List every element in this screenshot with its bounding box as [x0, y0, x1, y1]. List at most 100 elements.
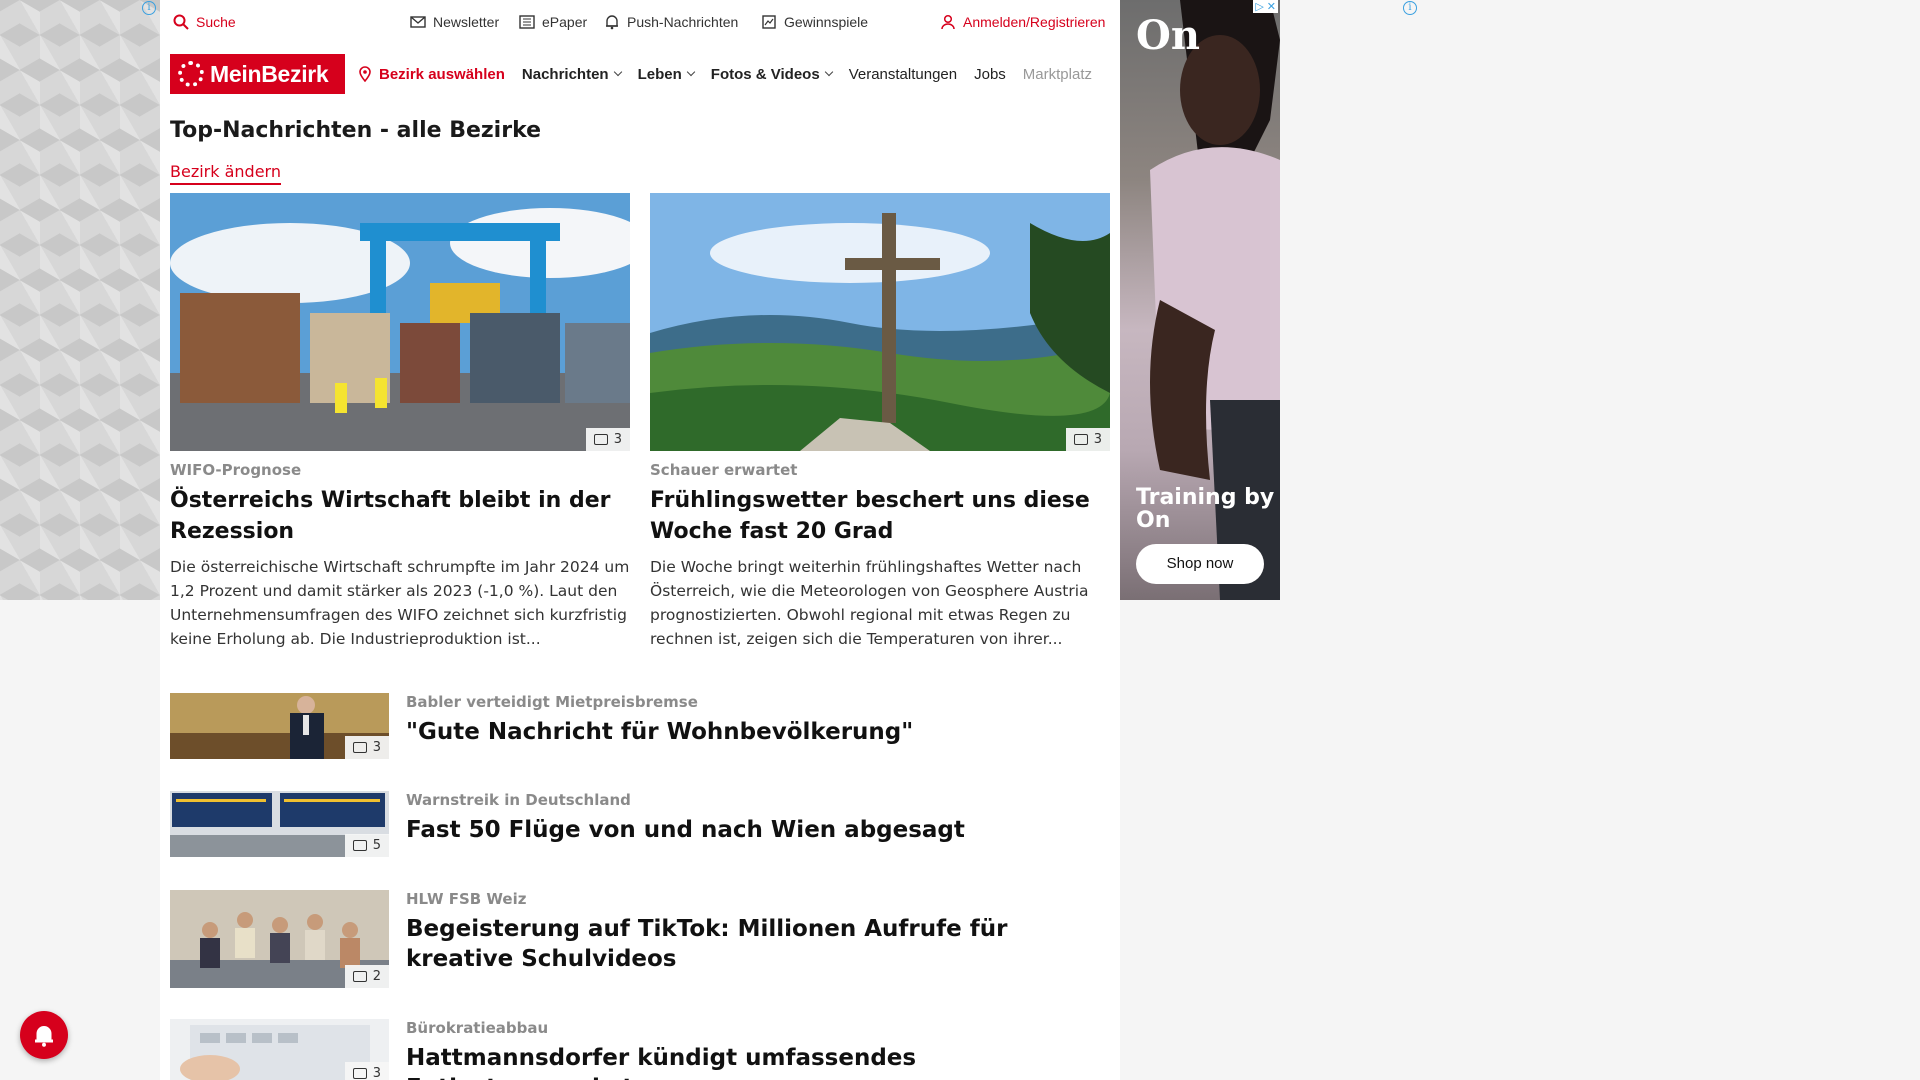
photo-count-badge: 3: [585, 428, 630, 451]
logo-icon: [178, 61, 204, 87]
epaper-label: ePaper: [542, 14, 588, 30]
camera-icon: [352, 742, 367, 753]
article-teaser: Die Woche bringt weiterhin frühlingshaft…: [650, 558, 1089, 648]
article-headline[interactable]: Hattmannsdorfer kündigt umfassendes Entl…: [406, 1043, 1106, 1080]
article-headline[interactable]: "Gute Nachricht für Wohnbevölkerung": [406, 717, 1106, 747]
play-icon[interactable]: ▷: [1255, 0, 1263, 13]
article-headline[interactable]: Frühlingswetter beschert uns diese Woche…: [650, 485, 1110, 547]
chevron-down-icon: [686, 67, 696, 77]
main-nav: MeinBezirk Bezirk auswählen Nachrichten …: [170, 52, 1120, 96]
user-icon: [941, 14, 955, 30]
camera-icon: [1073, 434, 1088, 445]
main-content: Suche Newsletter ePaper Push-Nachrichten…: [160, 0, 1120, 1080]
chevron-down-icon: [824, 67, 833, 77]
epaper-link[interactable]: ePaper: [519, 14, 587, 30]
photo-count-badge: 2: [344, 965, 389, 988]
close-icon[interactable]: ✕: [1267, 0, 1276, 13]
list-item[interactable]: 3 Babler verteidigt Mietpreisbremse "Gut…: [170, 693, 1110, 793]
nav-jobs[interactable]: Jobs: [974, 66, 1006, 83]
article-headline[interactable]: Begeisterung auf TikTok: Millionen Aufru…: [406, 914, 1106, 974]
camera-icon: [352, 971, 367, 982]
article-kicker: Babler verteidigt Mietpreisbremse: [406, 693, 698, 711]
article-thumbnail: 3: [170, 1019, 389, 1080]
nav-nachrichten-label: Nachrichten: [521, 65, 609, 83]
list-item[interactable]: 2 HLW FSB Weiz Begeisterung auf TikTok: …: [170, 890, 1110, 990]
ad-choices[interactable]: ▷ ✕: [1253, 0, 1278, 13]
bell-icon: [606, 15, 618, 30]
ad-info-icon[interactable]: i: [142, 1, 156, 15]
login-link[interactable]: Anmelden/Registrieren: [940, 14, 1105, 30]
notification-bell-button[interactable]: [20, 1011, 68, 1059]
push-label: Push-Nachrichten: [627, 14, 739, 30]
shop-now-button[interactable]: Shop now: [1136, 544, 1264, 584]
photo-count-badge: 5: [344, 834, 389, 857]
article-teaser: Die österreichische Wirtschaft schrumpft…: [170, 558, 630, 648]
ad-info-icon[interactable]: i: [1403, 1, 1417, 15]
nav-marktplatz[interactable]: Marktplatz: [1023, 66, 1092, 83]
photo-count-badge: 3: [344, 1062, 389, 1080]
article-kicker: Warnstreik in Deutschland: [406, 791, 631, 809]
nav-leben[interactable]: Leben: [637, 65, 696, 83]
camera-icon: [352, 1068, 367, 1079]
location-pin-icon: [359, 66, 371, 82]
push-link[interactable]: Push-Nachrichten: [604, 14, 738, 30]
newsletter-label: Newsletter: [433, 14, 500, 30]
left-ad-background: [0, 0, 160, 600]
nav-leben-label: Leben: [637, 65, 682, 83]
on-brand-logo: On: [1136, 12, 1200, 59]
nav-marktplatz-label: Marktplatz: [1022, 65, 1092, 83]
article-kicker: Schauer erwartet: [650, 461, 798, 479]
mail-icon: [410, 16, 426, 28]
featured-article[interactable]: 3 Schauer erwartet Frühlingswetter besch…: [650, 193, 1110, 651]
chevron-down-icon: [613, 67, 622, 77]
article-headline[interactable]: Fast 50 Flüge von und nach Wien abgesagt: [406, 815, 1106, 845]
search-icon: [173, 14, 189, 30]
photo-count-badge: 3: [1065, 428, 1110, 451]
gewinnspiele-label: Gewinnspiele: [784, 14, 869, 30]
search-label: Suche: [196, 14, 236, 30]
logo-text: MeinBezirk: [210, 60, 329, 87]
select-district-button[interactable]: Bezirk auswählen: [357, 66, 505, 83]
article-kicker: WIFO-Prognose: [170, 461, 302, 479]
photo-count: 2: [372, 969, 381, 984]
nav-veranstaltungen-label: Veranstaltungen: [848, 65, 958, 83]
page-title: Top-Nachrichten - alle Bezirke: [170, 118, 542, 143]
right-ad-banner[interactable]: On Training by On Shop now ▷ ✕: [1120, 0, 1280, 600]
nav-fotos-videos[interactable]: Fotos & Videos: [710, 65, 833, 83]
gift-icon: [762, 15, 776, 29]
list-item[interactable]: 3 Bürokratieabbau Hattmannsdorfer kündig…: [170, 1019, 1110, 1080]
utility-bar: Suche Newsletter ePaper Push-Nachrichten…: [160, 0, 1120, 46]
photo-count: 3: [372, 1066, 381, 1080]
login-label: Anmelden/Registrieren: [963, 14, 1106, 30]
list-item[interactable]: 5 Warnstreik in Deutschland Fast 50 Flüg…: [170, 791, 1110, 891]
article-thumbnail: 5: [170, 791, 389, 857]
camera-icon: [593, 434, 608, 445]
ad-headline: Training by On: [1136, 485, 1275, 533]
camera-icon: [352, 840, 367, 851]
photo-count: 5: [372, 838, 381, 853]
site-logo[interactable]: MeinBezirk: [170, 54, 345, 94]
select-district-label: Bezirk auswählen: [379, 65, 505, 83]
photo-count: 3: [1093, 432, 1102, 447]
bell-icon: [35, 1026, 53, 1047]
change-district-link[interactable]: Bezirk ändern: [170, 162, 281, 185]
featured-article[interactable]: 3 WIFO-Prognose Österreichs Wirtschaft b…: [170, 193, 630, 651]
mountain-cross-illustration: [650, 193, 1110, 451]
photo-count: 3: [613, 432, 622, 447]
nav-nachrichten[interactable]: Nachrichten: [521, 65, 622, 83]
article-kicker: Bürokratieabbau: [406, 1019, 549, 1037]
nav-fotos-videos-label: Fotos & Videos: [710, 65, 820, 83]
newspaper-icon: [519, 15, 535, 29]
newsletter-link[interactable]: Newsletter: [410, 14, 499, 30]
article-kicker: HLW FSB Weiz: [406, 890, 527, 908]
article-headline[interactable]: Österreichs Wirtschaft bleibt in der Rez…: [170, 485, 630, 547]
photo-count-badge: 3: [344, 736, 389, 759]
article-image: 3: [170, 193, 630, 451]
gewinnspiele-link[interactable]: Gewinnspiele: [761, 14, 868, 30]
container-port-illustration: [170, 193, 630, 451]
photo-count: 3: [372, 740, 381, 755]
nav-veranstaltungen[interactable]: Veranstaltungen: [849, 66, 957, 83]
article-thumbnail: 3: [170, 693, 389, 759]
search-link[interactable]: Suche: [173, 14, 236, 30]
nav-jobs-label: Jobs: [974, 65, 1006, 83]
